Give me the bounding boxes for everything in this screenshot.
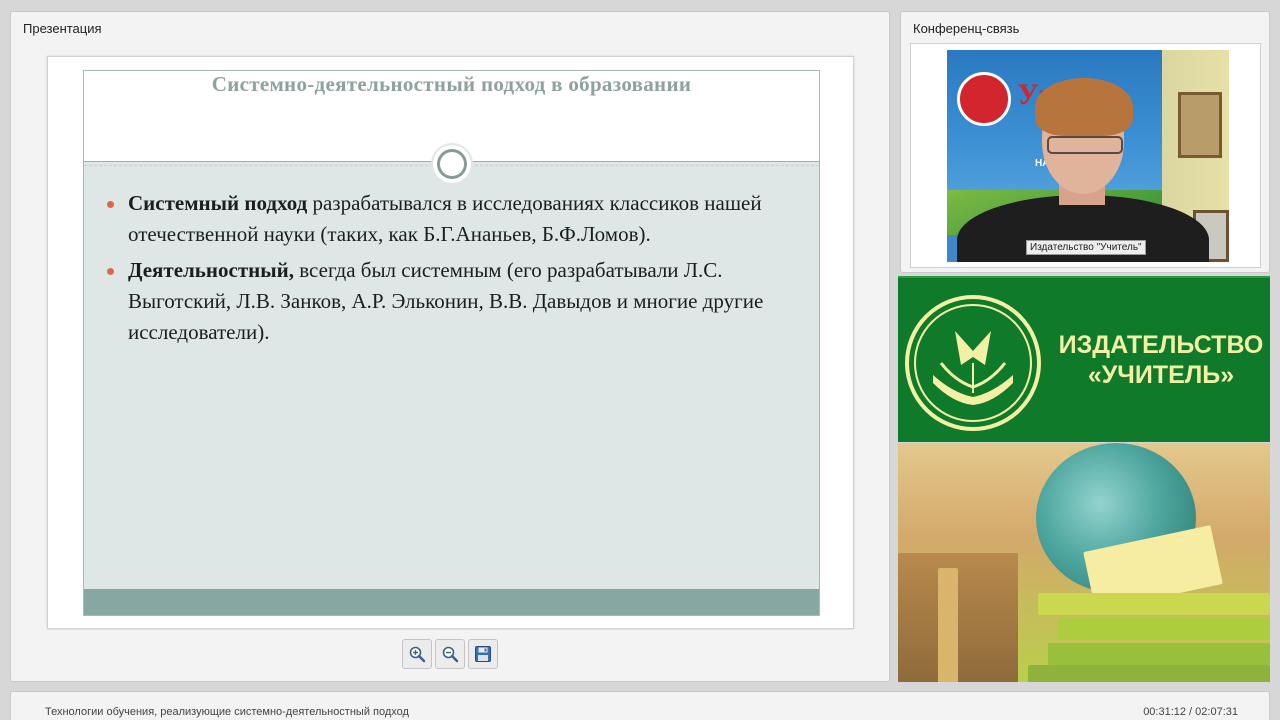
speaker-name-label: Издательство "Учитель" (1026, 240, 1146, 255)
slide: Системно-деятельностный подход в образов… (83, 70, 820, 616)
presentation-panel: Презентация Системно-деятельностный подх… (10, 11, 890, 682)
webcam-video[interactable]: Учит 25 НА КНИ Издательство "Учитель" (947, 50, 1229, 262)
slide-circle-ornament (431, 143, 473, 185)
publisher-banner: ИЗДАТЕЛЬСТВО «УЧИТЕЛЬ» (898, 276, 1270, 442)
lecture-title: Технологии обучения, реализующие системн… (45, 706, 409, 718)
bullet-bold-text: Деятельностный, (128, 258, 294, 282)
slide-footer-band (84, 589, 819, 615)
conference-panel: Конференц-связь Учит 25 НА КНИ Издательс… (900, 11, 1270, 273)
bullet-dot-icon (107, 268, 114, 275)
bottom-status-bar: Технологии обучения, реализующие системн… (10, 691, 1270, 720)
bullet-dot-icon (107, 201, 114, 208)
zoom-in-button[interactable] (402, 639, 432, 669)
publisher-banner-text: ИЗДАТЕЛЬСТВО «УЧИТЕЛЬ» (1056, 330, 1266, 390)
speaker-glasses (1047, 136, 1123, 154)
books-illustration (898, 443, 1270, 682)
save-button[interactable] (468, 639, 498, 669)
book-stack (938, 568, 958, 682)
wall-picture (1178, 92, 1222, 158)
slide-viewer: Системно-деятельностный подход в образов… (47, 56, 854, 629)
book-stack (898, 553, 1018, 682)
book-stack (1038, 593, 1270, 615)
slide-toolbar (402, 639, 498, 669)
book-stack (1058, 618, 1270, 640)
slide-bullet-list: Системный подход разрабатывался в исслед… (104, 188, 804, 353)
poster-logo-icon (957, 72, 1011, 126)
publisher-logo-icon (905, 295, 1041, 431)
banner-line-1: ИЗДАТЕЛЬСТВО (1058, 331, 1264, 359)
banner-line-2: «УЧИТЕЛЬ» (1087, 361, 1235, 389)
speaker-hair (1035, 78, 1133, 136)
slide-bullet-item: Деятельностный, всегда был системным (ег… (104, 255, 804, 348)
playback-timecode: 00:31:12 / 02:07:31 (1143, 706, 1238, 718)
conference-panel-title: Конференц-связь (913, 21, 1020, 36)
zoom-out-button[interactable] (435, 639, 465, 669)
zoom-out-icon (442, 646, 459, 663)
video-frame: Учит 25 НА КНИ Издательство "Учитель" (910, 43, 1261, 268)
floppy-disk-icon (475, 646, 491, 662)
bullet-bold-text: Системный подход (128, 191, 308, 215)
slide-bullet-item: Системный подход разрабатывался в исслед… (104, 188, 804, 250)
slide-circle-ring (437, 149, 467, 179)
book-stack (1048, 643, 1270, 665)
book-stack (1028, 665, 1270, 682)
slide-title: Системно-деятельностный подход в образов… (211, 72, 692, 96)
zoom-in-icon (409, 646, 426, 663)
presentation-panel-title: Презентация (23, 21, 102, 36)
